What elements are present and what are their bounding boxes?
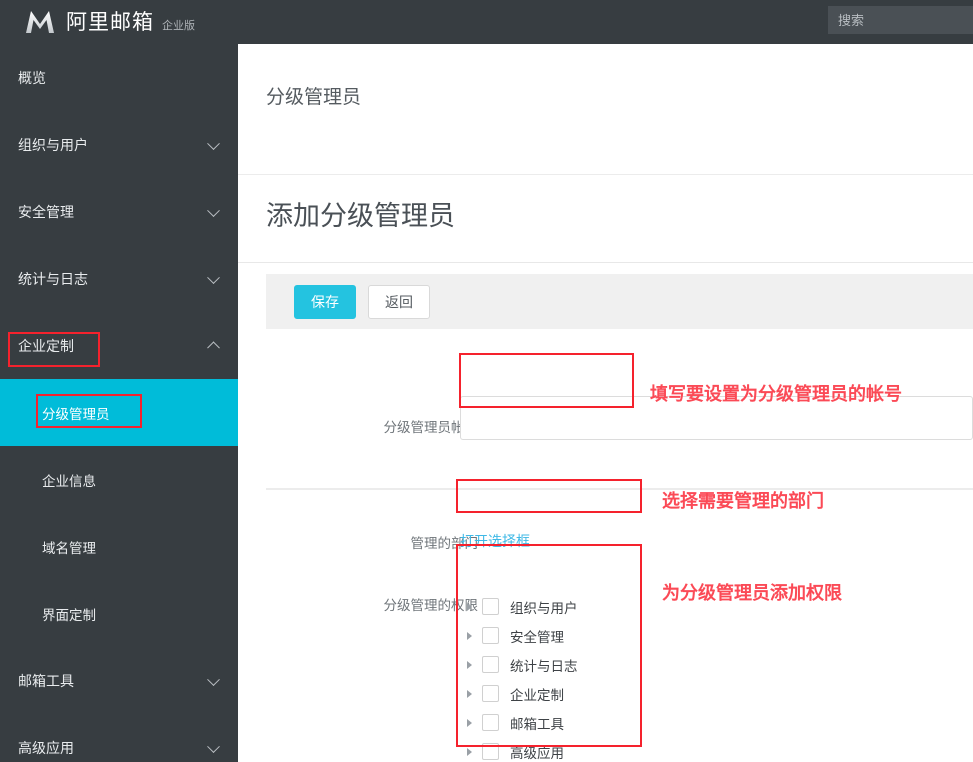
sidebar-item-label: 分级管理员 — [42, 406, 110, 422]
sidebar-item-label: 统计与日志 — [18, 270, 88, 287]
search-input[interactable] — [828, 6, 973, 34]
form-toolbar: 保存 返回 — [266, 274, 973, 329]
brand-name: 阿里邮箱 — [66, 10, 154, 34]
permission-label: 组织与用户 — [510, 600, 578, 616]
save-button[interactable]: 保存 — [294, 284, 356, 319]
annotation-text-account: 填写要设置为分级管理员的帐号 — [650, 384, 902, 404]
permission-checkbox[interactable] — [482, 743, 499, 760]
sidebar-item-label: 域名管理 — [42, 540, 96, 556]
back-button[interactable]: 返回 — [368, 284, 430, 319]
expand-triangle-icon[interactable] — [467, 747, 472, 756]
permission-row: 统计与日志 — [465, 650, 645, 679]
sidebar-item-3[interactable]: 统计与日志 — [0, 245, 238, 312]
permission-row: 组织与用户 — [465, 592, 645, 621]
sidebar-item-2[interactable]: 安全管理 — [0, 178, 238, 245]
divider-under-account-row — [266, 488, 973, 490]
permission-label: 安全管理 — [510, 629, 564, 645]
permission-label: 高级应用 — [510, 745, 564, 761]
alibaba-mail-m-logo-icon — [26, 11, 54, 33]
sidebar-item-5[interactable]: 分级管理员 — [0, 379, 238, 446]
chevron-down-icon — [207, 739, 220, 753]
permission-label: 企业定制 — [510, 687, 564, 703]
brand-logo[interactable]: 阿里邮箱 企业版 — [0, 9, 195, 35]
permission-checkbox[interactable] — [482, 714, 499, 731]
sidebar-item-label: 组织与用户 — [18, 136, 88, 153]
permission-checkbox[interactable] — [482, 656, 499, 673]
annotation-text-department: 选择需要管理的部门 — [662, 491, 824, 511]
expand-triangle-icon[interactable] — [467, 602, 472, 611]
sidebar-nav: 概览组织与用户安全管理统计与日志企业定制分级管理员企业信息域名管理界面定制邮箱工… — [0, 44, 238, 762]
sidebar-item-7[interactable]: 域名管理 — [0, 513, 238, 580]
sidebar-item-label: 高级应用 — [18, 739, 74, 756]
breadcrumb: 分级管理员 — [266, 87, 362, 108]
permission-row: 邮箱工具 — [465, 708, 645, 737]
divider-under-title — [238, 262, 973, 263]
chevron-up-icon — [207, 340, 220, 354]
divider-under-breadcrumb — [238, 174, 973, 175]
sidebar-item-label: 界面定制 — [42, 607, 96, 623]
chevron-down-icon — [207, 203, 220, 217]
sidebar-item-9[interactable]: 邮箱工具 — [0, 647, 238, 714]
permission-checkbox[interactable] — [482, 627, 499, 644]
permission-row: 企业定制 — [465, 679, 645, 708]
department-picker-link[interactable]: 打开选择框 — [460, 531, 530, 551]
sidebar-item-0[interactable]: 概览 — [0, 44, 238, 111]
permission-checkbox[interactable] — [482, 598, 499, 615]
permission-row: 安全管理 — [465, 621, 645, 650]
app-header: 阿里邮箱 企业版 — [0, 0, 973, 44]
sidebar-item-label: 邮箱工具 — [18, 672, 74, 689]
permission-row: 高级应用 — [465, 737, 645, 762]
sidebar-item-label: 概览 — [18, 69, 46, 86]
sidebar-item-label: 企业信息 — [42, 473, 96, 489]
chevron-down-icon — [207, 136, 220, 150]
expand-triangle-icon[interactable] — [467, 660, 472, 669]
sidebar-item-4[interactable]: 企业定制 — [0, 312, 238, 379]
sidebar-item-6[interactable]: 企业信息 — [0, 446, 238, 513]
expand-triangle-icon[interactable] — [467, 631, 472, 640]
sidebar-item-1[interactable]: 组织与用户 — [0, 111, 238, 178]
department-field-label: 管理的部门 — [410, 536, 479, 551]
sidebar-item-10[interactable]: 高级应用 — [0, 714, 238, 762]
account-field-label: 分级管理员帐号 — [383, 420, 479, 435]
annotation-text-permission: 为分级管理员添加权限 — [662, 583, 842, 603]
sidebar-item-label: 企业定制 — [18, 337, 74, 354]
permission-tree: 组织与用户安全管理统计与日志企业定制邮箱工具高级应用 — [465, 592, 645, 762]
expand-triangle-icon[interactable] — [467, 689, 472, 698]
sidebar-item-8[interactable]: 界面定制 — [0, 580, 238, 647]
permission-field-label: 分级管理的权限 — [383, 598, 479, 613]
chevron-down-icon — [207, 672, 220, 686]
app-root: 阿里邮箱 企业版 概览组织与用户安全管理统计与日志企业定制分级管理员企业信息域名… — [0, 0, 973, 762]
chevron-down-icon — [207, 270, 220, 284]
sidebar-item-label: 安全管理 — [18, 203, 74, 220]
brand-edition: 企业版 — [162, 20, 195, 32]
permission-label: 统计与日志 — [510, 658, 578, 674]
page-title: 添加分级管理员 — [266, 201, 455, 231]
permission-checkbox[interactable] — [482, 685, 499, 702]
permission-label: 邮箱工具 — [510, 716, 564, 732]
expand-triangle-icon[interactable] — [467, 718, 472, 727]
